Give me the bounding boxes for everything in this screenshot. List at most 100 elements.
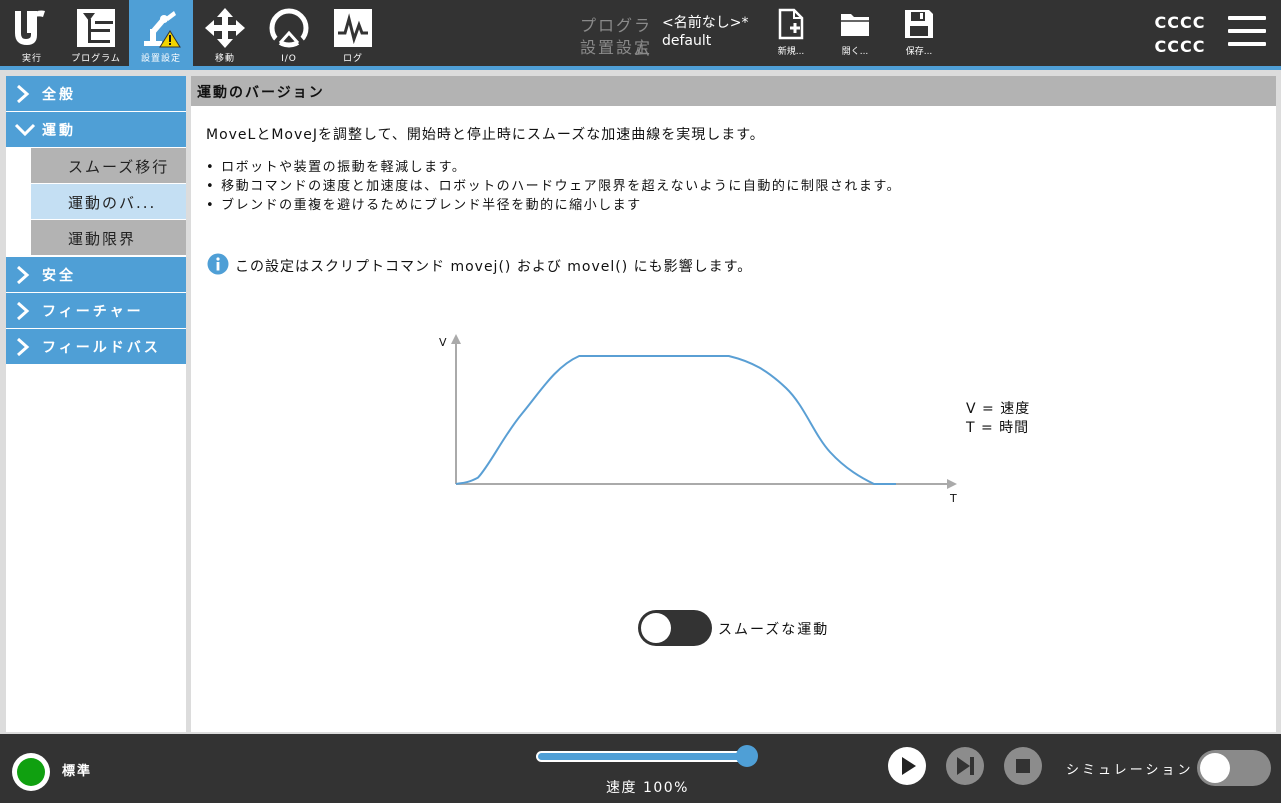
user-code-line2: CCCC <box>1154 37 1206 56</box>
bullet-dot: • <box>206 160 216 175</box>
nav-program-button[interactable]: プログラム <box>64 0 128 66</box>
installation-robot-warning-icon <box>144 11 181 48</box>
sidebar-item-fieldbus[interactable]: フィールドバス <box>6 329 186 364</box>
sidebar-item-safety-label: 安全 <box>42 268 76 284</box>
save-file-label: 保存... <box>905 47 933 57</box>
sidebar-subitem-smooth-transition[interactable]: スムーズ移行 <box>31 148 186 183</box>
chevron-right-icon <box>17 84 30 104</box>
step-button[interactable] <box>946 747 984 785</box>
installation-key-label: 設置設定 <box>579 38 652 57</box>
toggle-knob <box>1200 753 1230 783</box>
bullet-item: • 移動コマンドの速度と加速度は、ロボットのハードウェア限界を超えないように自動的… <box>206 175 901 194</box>
save-floppy-icon <box>905 10 933 38</box>
bullet-text: ブレンドの重複を避けるためにブレンド半径を動的に縮小します <box>221 198 642 213</box>
nav-io-button[interactable]: I/O <box>257 0 321 66</box>
sidebar-subitem-motion-version[interactable]: 運動のバ... <box>31 184 186 219</box>
sidebar-item-motion[interactable]: 運動 <box>6 112 186 147</box>
step-forward-icon <box>957 757 974 775</box>
nav-installation-label: 設置設定 <box>140 54 181 64</box>
description-text: MoveLとMoveJを調整して、開始時と停止時にスムーズな加速曲線を実現します… <box>206 127 765 143</box>
bullet-item: • ブレンドの重複を避けるためにブレンド半径を動的に縮小します <box>206 194 642 213</box>
x-axis-label: T <box>949 492 957 505</box>
robot-status-text: 標準 <box>62 764 93 779</box>
sidebar-item-features[interactable]: フィーチャー <box>6 293 186 328</box>
new-file-label: 新規... <box>777 47 805 57</box>
sidebar-item-general-label: 全般 <box>42 87 76 103</box>
bullet-dot: • <box>206 179 216 194</box>
nav-run-button[interactable]: 実行 <box>0 0 64 66</box>
user-code[interactable]: CCCC CCCC <box>1150 11 1210 59</box>
sidebar-item-features-label: フィーチャー <box>42 304 144 320</box>
bullet-item: • ロボットや装置の振動を軽減します。 <box>206 156 466 175</box>
speed-label: 速度 100% <box>606 780 689 796</box>
toggle-knob <box>641 613 671 643</box>
nav-move-button[interactable]: 移動 <box>193 0 257 66</box>
info-text: この設定はスクリプトコマンド movej() および movel() にも影響し… <box>235 259 753 275</box>
velocity-curve <box>455 355 896 485</box>
legend-time: T = 時間 <box>966 420 1030 436</box>
status-light-icon <box>17 758 45 786</box>
main-content: 運動のバージョン MoveLとMoveJを調整して、開始時と停止時にスムーズな加… <box>191 76 1276 732</box>
sidebar-item-general[interactable]: 全般 <box>6 76 186 111</box>
bullet-text: 移動コマンドの速度と加速度は、ロボットのハードウェア限界を超えないように自動的に… <box>221 179 902 194</box>
simulation-label: シミュレーション <box>1066 763 1194 778</box>
y-axis-arrow <box>451 334 461 344</box>
page-title: 運動のバージョン <box>197 85 325 101</box>
nav-log-label: ログ <box>342 54 363 64</box>
top-toolbar: 実行 プログラム 設置設定 移動 I/O ログ プログラム <名前なし>* 設置… <box>0 0 1281 66</box>
smooth-motion-label: スムーズな運動 <box>718 622 830 638</box>
stop-button[interactable] <box>1004 747 1042 785</box>
x-axis-arrow <box>947 479 957 489</box>
move-arrows-icon <box>205 8 245 48</box>
sidebar-item-safety[interactable]: 安全 <box>6 257 186 292</box>
installation-name-value: default <box>662 33 712 49</box>
sidebar-subitem-label: 運動のバ... <box>68 194 157 212</box>
hamburger-menu-icon[interactable] <box>1228 16 1268 50</box>
sidebar-subitem-label: スムーズ移行 <box>68 158 170 176</box>
chevron-right-icon <box>17 337 30 357</box>
speed-slider[interactable] <box>536 751 748 762</box>
open-file-button[interactable]: 開く... <box>830 8 880 62</box>
play-icon <box>902 757 916 775</box>
play-button[interactable] <box>888 747 926 785</box>
section-header: 運動のバージョン <box>191 76 1276 106</box>
robot-status-indicator[interactable] <box>12 753 50 791</box>
nav-program-label: プログラム <box>71 54 121 64</box>
program-name-value: <名前なし>* <box>662 15 749 31</box>
nav-log-button[interactable]: ログ <box>321 0 385 66</box>
stop-icon <box>1016 759 1030 773</box>
sidebar: 全般 運動 スムーズ移行 運動のバ... 運動限界 安全 フィーチャー フィール… <box>0 70 191 734</box>
nav-installation-button[interactable]: 設置設定 <box>129 0 193 66</box>
bottom-toolbar: 標準 速度 100% シミュレーション <box>0 734 1281 803</box>
speed-slider-handle[interactable] <box>736 745 758 767</box>
ur-logo-icon <box>15 10 45 45</box>
open-folder-icon <box>841 14 869 36</box>
speed-slider-fill <box>538 753 746 760</box>
sidebar-subitem-label: 運動限界 <box>68 230 137 248</box>
sidebar-item-motion-label: 運動 <box>42 123 76 139</box>
sidebar-list: 全般 運動 スムーズ移行 運動のバ... 運動限界 安全 フィーチャー フィール… <box>6 76 186 732</box>
chevron-right-icon <box>17 265 30 285</box>
bullet-dot: • <box>206 198 216 213</box>
nav-io-label: I/O <box>281 54 297 64</box>
chevron-right-icon <box>17 301 30 321</box>
program-tree-icon <box>77 9 115 47</box>
info-icon <box>207 253 229 275</box>
nav-move-label: 移動 <box>214 54 235 64</box>
bullet-text: ロボットや装置の振動を軽減します。 <box>221 160 467 175</box>
smooth-motion-toggle[interactable] <box>638 610 712 646</box>
open-file-label: 開く... <box>841 47 869 57</box>
chevron-down-icon <box>14 123 36 137</box>
save-file-button[interactable]: 保存... <box>894 8 944 62</box>
log-graph-icon <box>334 9 372 47</box>
y-axis-label: V <box>439 336 447 349</box>
new-file-button[interactable]: 新規... <box>766 8 816 62</box>
nav-run-label: 実行 <box>21 54 42 64</box>
velocity-profile-chart: V T <box>439 334 957 505</box>
main-panel: 運動のバージョン MoveLとMoveJを調整して、開始時と停止時にスムーズな加… <box>191 70 1281 734</box>
simulation-toggle[interactable] <box>1197 750 1271 786</box>
new-file-icon <box>778 8 804 40</box>
sidebar-subitem-motion-limits[interactable]: 運動限界 <box>31 220 186 255</box>
io-gauge-icon <box>269 8 309 48</box>
legend-velocity: V = 速度 <box>966 401 1031 417</box>
